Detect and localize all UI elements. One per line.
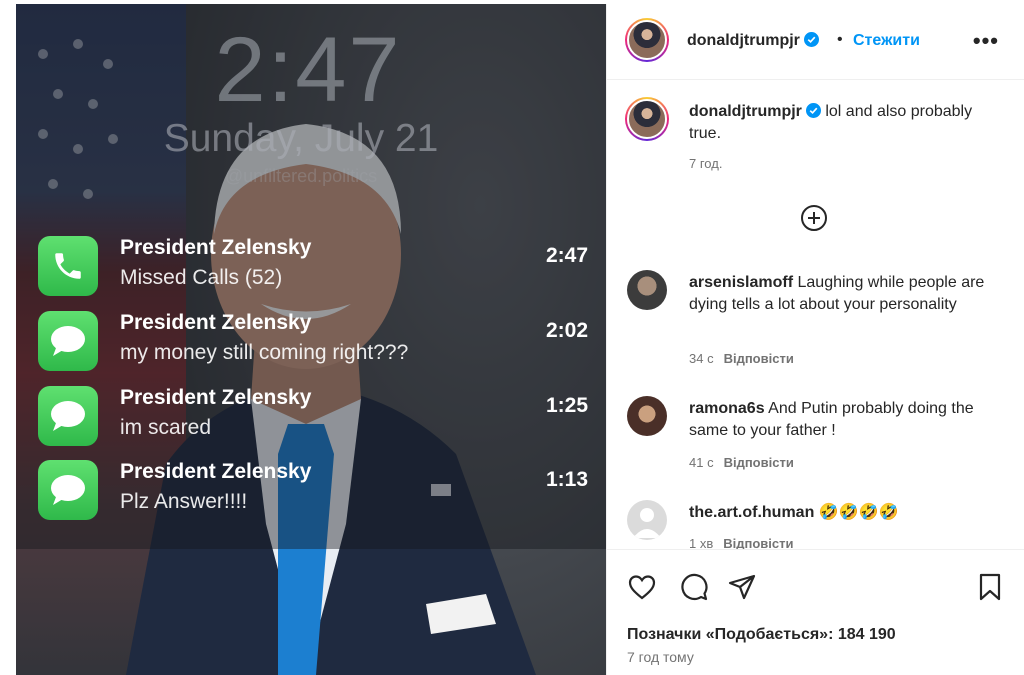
messages-icon <box>38 311 98 371</box>
avatar[interactable] <box>625 18 669 62</box>
notification-time: 2:02 <box>545 319 588 342</box>
messages-icon <box>38 460 98 520</box>
notification-message: Plz Answer!!!! <box>120 490 248 513</box>
instagram-post-modal: 2:47 Sunday, July 21 @unfiltered.politic… <box>0 0 1024 675</box>
notification-sender: President Zelensky <box>120 311 312 334</box>
more-options-button[interactable]: ••• <box>973 28 999 54</box>
notification-item: President Zelensky Missed Calls (52) 2:4… <box>38 236 598 300</box>
post-author[interactable]: donaldjtrumpjr <box>687 32 819 50</box>
lock-screen-date: Sunday, July 21 <box>163 117 439 160</box>
messages-icon <box>38 386 98 446</box>
like-heart-icon[interactable] <box>627 572 657 602</box>
likes-count[interactable]: Позначки «Подобається»: 184 190 <box>627 626 896 644</box>
comment-body: arsenislamoff Laughing while people are … <box>689 272 999 316</box>
comment-meta: 34 с Відповісти <box>689 351 794 366</box>
comment-bubble-icon[interactable] <box>679 572 709 602</box>
reply-button[interactable]: Відповісти <box>724 455 794 470</box>
default-avatar-icon <box>633 508 661 538</box>
verified-badge-icon <box>803 32 819 47</box>
post-timestamp[interactable]: 7 год тому <box>627 649 694 665</box>
notification-sender: President Zelensky <box>120 236 312 259</box>
reply-button[interactable]: Відповісти <box>724 351 794 366</box>
avatar[interactable] <box>627 500 667 540</box>
caption-username[interactable]: donaldjtrumpjr <box>689 103 802 120</box>
notification-message: im scared <box>120 416 212 439</box>
share-send-icon[interactable] <box>727 572 757 602</box>
watermark: @unfiltered.politics <box>224 166 378 186</box>
load-more-comments-icon[interactable] <box>800 204 828 232</box>
notification-message: Missed Calls (52) <box>120 266 283 289</box>
comment-body: ramona6s And Putin probably doing the sa… <box>689 398 999 442</box>
comment-body: the.art.of.human 🤣🤣🤣🤣 <box>689 502 999 524</box>
comment-username[interactable]: the.art.of.human <box>689 504 814 521</box>
post-caption: donaldjtrumpjr lol and also probably tru… <box>689 101 989 145</box>
phone-icon <box>38 236 98 296</box>
separator-dot: • <box>837 31 843 48</box>
avatar[interactable] <box>625 97 669 141</box>
post-sidebar: donaldjtrumpjr • Стежити ••• donaldjtrum… <box>606 4 1024 675</box>
follow-button[interactable]: Стежити <box>853 32 920 50</box>
notification-item: President Zelensky Plz Answer!!!! 1:13 <box>38 460 598 524</box>
comment-username[interactable]: arsenislamoff <box>689 274 793 291</box>
avatar[interactable] <box>627 396 667 436</box>
notification-time: 1:25 <box>545 394 588 417</box>
comment-meta: 41 с Відповісти <box>689 455 794 470</box>
comment-time: 34 с <box>689 351 714 366</box>
comment-text: 🤣🤣🤣🤣 <box>818 504 899 521</box>
notification-item: President Zelensky my money still coming… <box>38 311 598 375</box>
notification-sender: President Zelensky <box>120 386 312 409</box>
comment-time: 41 с <box>689 455 714 470</box>
post-image[interactable]: 2:47 Sunday, July 21 @unfiltered.politic… <box>16 4 606 675</box>
username[interactable]: donaldjtrumpjr <box>687 32 800 49</box>
notification-time: 2:47 <box>545 244 588 267</box>
lock-screen-time: 2:47 <box>214 19 402 121</box>
notification-item: President Zelensky im scared 1:25 <box>38 386 598 450</box>
comment-username[interactable]: ramona6s <box>689 400 765 417</box>
bookmark-icon[interactable] <box>975 572 1005 602</box>
notification-sender: President Zelensky <box>120 460 312 483</box>
verified-badge-icon <box>805 103 821 118</box>
post-actions: Позначки «Подобається»: 184 190 7 год то… <box>607 549 1024 675</box>
post-header: donaldjtrumpjr • Стежити ••• <box>607 4 1024 80</box>
notification-time: 1:13 <box>545 468 588 491</box>
caption-timestamp: 7 год. <box>689 156 723 171</box>
notification-message: my money still coming right??? <box>120 341 409 364</box>
avatar[interactable] <box>627 270 667 310</box>
